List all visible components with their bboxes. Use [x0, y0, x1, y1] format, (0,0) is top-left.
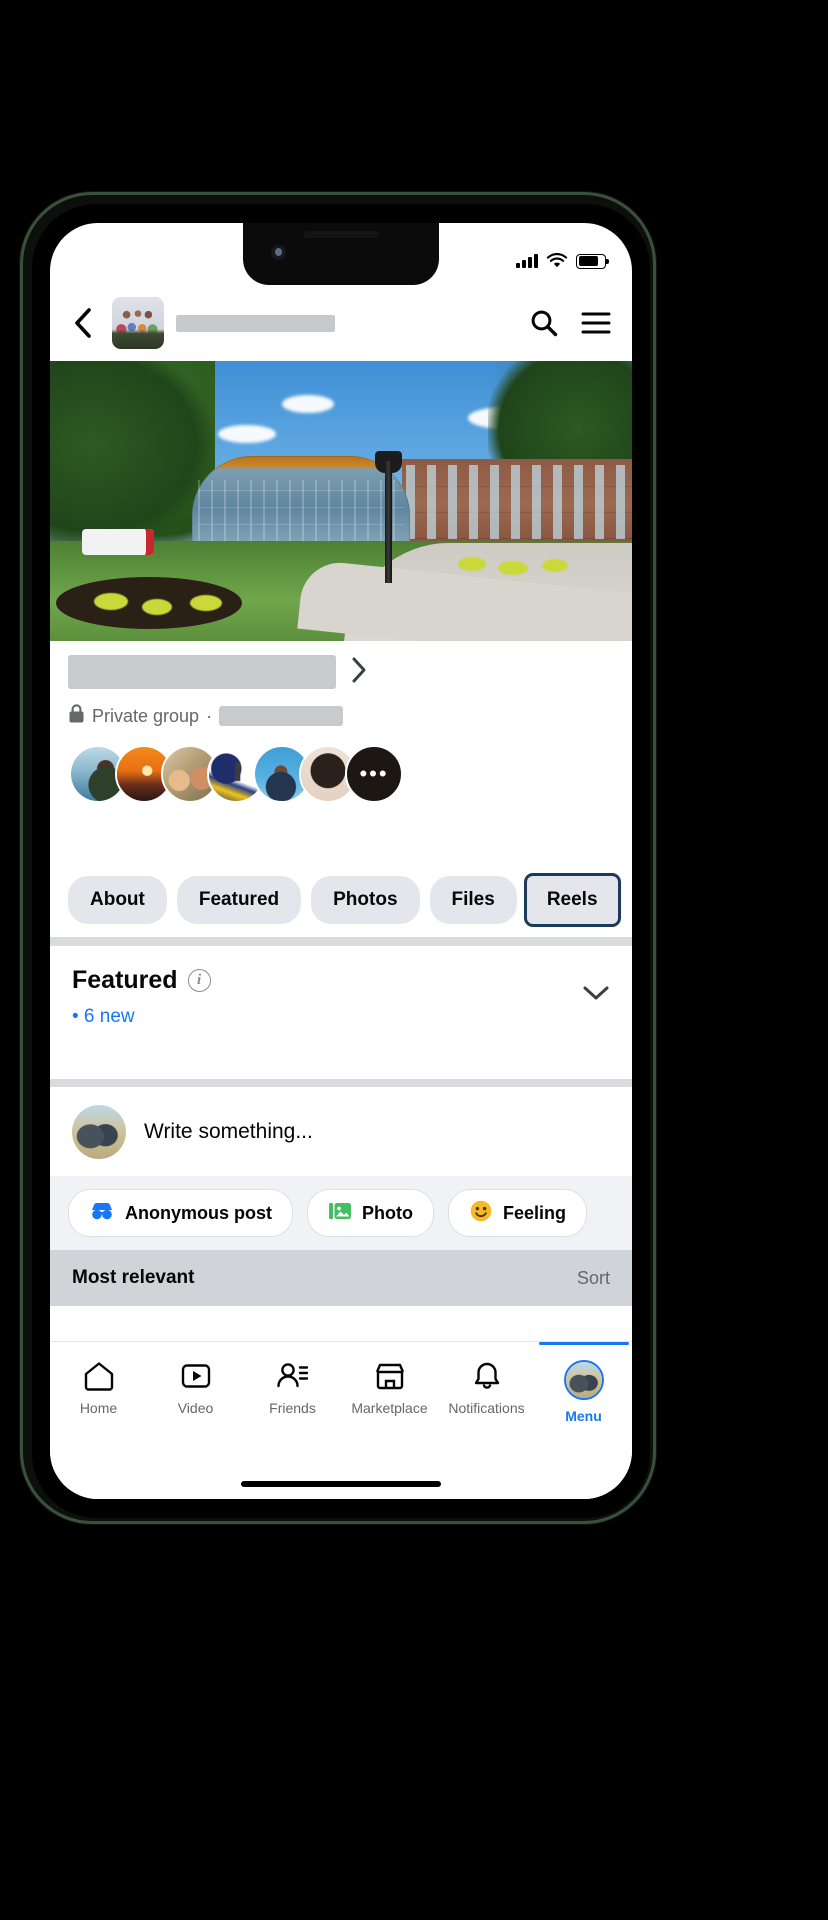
nav-notifications-label: Notifications — [448, 1400, 525, 1416]
nav-notifications[interactable]: Notifications — [439, 1360, 535, 1416]
info-icon[interactable]: i — [187, 969, 211, 992]
featured-text-block: Featured i • 6 new — [72, 966, 582, 1028]
member-avatar-list[interactable]: ••• — [68, 745, 614, 803]
battery-icon — [576, 253, 609, 269]
home-indicator[interactable] — [241, 1481, 441, 1487]
composer-placeholder[interactable]: Write something... — [144, 1120, 313, 1144]
tab-reels[interactable]: Reels — [526, 876, 618, 924]
bell-icon — [474, 1362, 499, 1389]
group-name-redacted — [68, 655, 336, 689]
feeling-label: Feeling — [503, 1202, 567, 1223]
tab-featured[interactable]: Featured — [176, 876, 302, 924]
nav-marketplace[interactable]: Marketplace — [342, 1360, 438, 1416]
nav-friends[interactable]: Friends — [245, 1360, 341, 1416]
nav-menu-label: Menu — [565, 1408, 602, 1424]
featured-title: Featured — [72, 966, 178, 994]
user-avatar[interactable] — [72, 1105, 126, 1159]
meta-separator: · — [206, 705, 213, 726]
app-header — [50, 285, 632, 361]
composer-actions[interactable]: Anonymous post Photo Feeling — [50, 1176, 632, 1250]
cover-photo[interactable] — [50, 361, 632, 641]
anonymous-post-label: Anonymous post — [125, 1202, 272, 1223]
lock-icon — [68, 703, 85, 729]
photo-button[interactable]: Photo — [307, 1189, 434, 1237]
featured-section[interactable]: Featured i • 6 new — [50, 946, 632, 1046]
feeling-button[interactable]: Feeling — [448, 1189, 588, 1237]
bottom-navigation[interactable]: Home Video Friends Marketplace Notificat… — [50, 1341, 632, 1499]
more-members-button[interactable]: ••• — [345, 745, 403, 803]
back-button[interactable] — [66, 306, 100, 340]
nav-active-indicator — [538, 1342, 629, 1345]
photo-icon — [328, 1200, 352, 1227]
video-icon — [181, 1364, 210, 1388]
nav-home[interactable]: Home — [51, 1360, 147, 1416]
group-info: Private group · ••• — [50, 641, 632, 803]
nav-marketplace-label: Marketplace — [351, 1400, 428, 1416]
nav-video[interactable]: Video — [148, 1360, 244, 1416]
hamburger-menu-icon[interactable] — [576, 303, 616, 343]
member-count-redacted — [219, 706, 344, 726]
profile-avatar-icon[interactable] — [563, 1360, 604, 1400]
tab-photos[interactable]: Photos — [311, 876, 420, 924]
cellular-signal-icon — [516, 254, 538, 268]
nav-home-label: Home — [79, 1400, 118, 1416]
phone-screen: Private group · ••• About Featured Photo… — [50, 223, 632, 1499]
feed-area — [50, 1306, 632, 1346]
privacy-label: Private group — [92, 705, 200, 726]
nav-menu[interactable]: Menu — [536, 1342, 632, 1424]
group-privacy-row: Private group · — [68, 703, 614, 729]
photo-label: Photo — [362, 1202, 413, 1223]
nav-friends-label: Friends — [269, 1400, 316, 1416]
front-camera-icon — [271, 245, 286, 260]
featured-title-row: Featured i — [72, 966, 582, 995]
marketplace-icon — [375, 1363, 404, 1390]
smiley-icon — [469, 1199, 493, 1228]
section-divider-top — [50, 937, 632, 946]
group-tab-bar[interactable]: About Featured Photos Files Reels — [50, 863, 632, 937]
home-icon — [84, 1362, 113, 1391]
post-composer[interactable]: Write something... — [50, 1088, 632, 1176]
featured-new-badge: • 6 new — [72, 1006, 135, 1027]
group-title-redacted — [176, 314, 335, 332]
tab-files[interactable]: Files — [429, 876, 517, 924]
incognito-mask-icon — [89, 1200, 115, 1227]
phone-inner-bezel: Private group · ••• About Featured Photo… — [32, 204, 650, 1518]
friends-icon — [276, 1363, 308, 1388]
group-name-row[interactable] — [68, 655, 614, 689]
sort-button[interactable]: Sort — [577, 1268, 610, 1289]
group-avatar[interactable] — [112, 297, 164, 349]
section-divider-featured — [50, 1079, 632, 1087]
earpiece-speaker — [303, 231, 379, 238]
search-icon[interactable] — [524, 303, 564, 343]
sort-current-value: Most relevant — [72, 1267, 195, 1288]
anonymous-post-button[interactable]: Anonymous post — [68, 1189, 293, 1237]
phone-frame: Private group · ••• About Featured Photo… — [20, 192, 656, 1524]
device-notch — [243, 223, 439, 285]
nav-video-label: Video — [177, 1400, 214, 1416]
chevron-right-icon[interactable] — [350, 656, 368, 689]
tab-about[interactable]: About — [68, 876, 167, 924]
wifi-icon — [546, 253, 568, 269]
sort-bar[interactable]: Most relevant Sort — [50, 1250, 632, 1306]
chevron-down-icon[interactable] — [582, 984, 610, 1007]
